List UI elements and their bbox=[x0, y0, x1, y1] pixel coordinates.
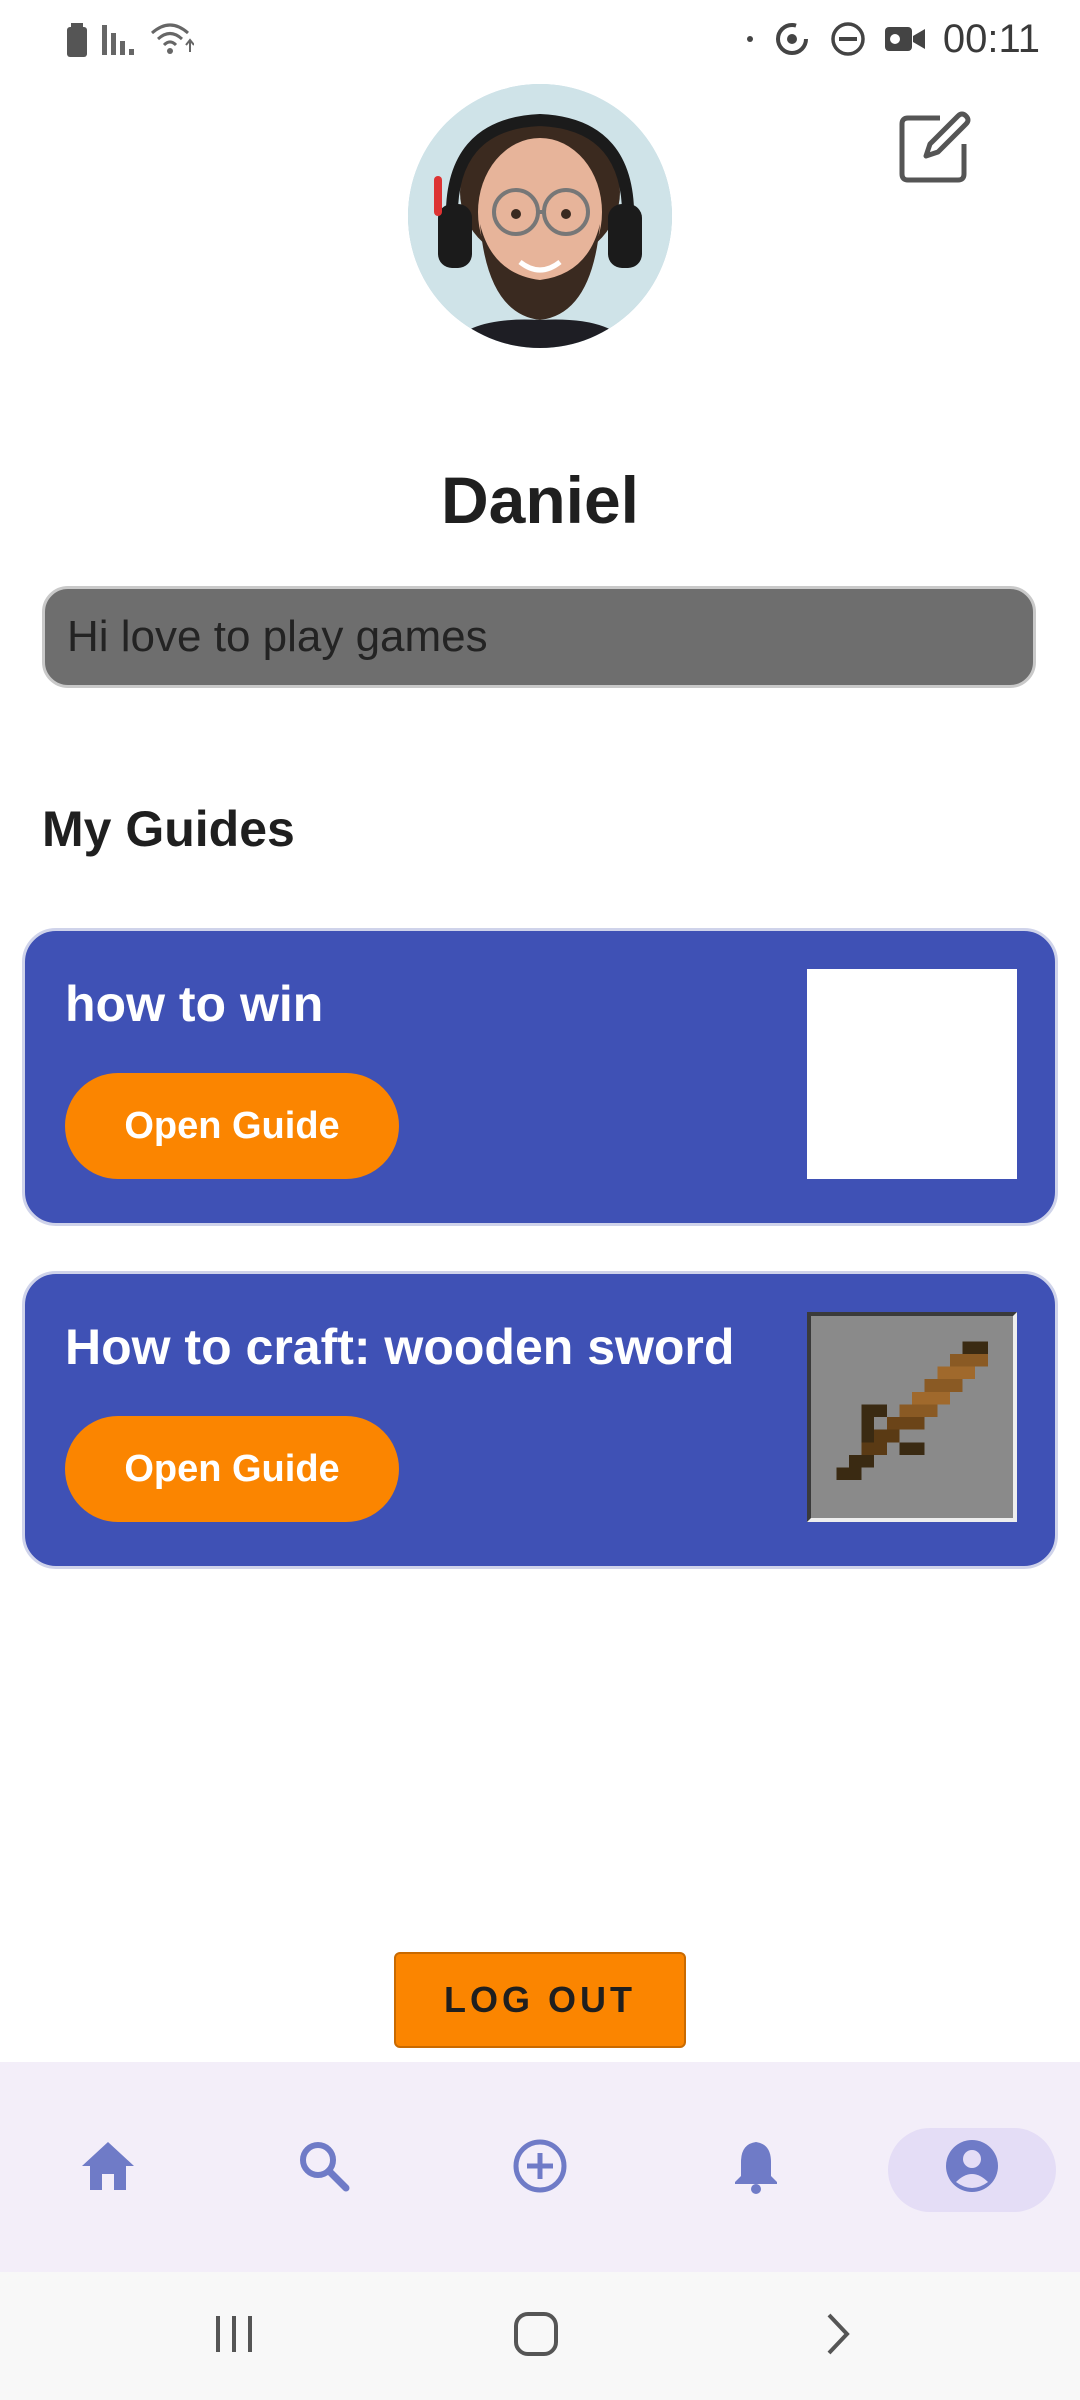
bio-text: Hi love to play games bbox=[67, 612, 488, 661]
home-square-icon bbox=[513, 2311, 559, 2362]
guide-title: how to win bbox=[65, 976, 324, 1032]
search-icon bbox=[298, 2140, 350, 2197]
do-not-disturb-icon bbox=[829, 20, 867, 58]
bell-icon bbox=[733, 2138, 779, 2199]
recent-apps-button[interactable] bbox=[204, 2306, 264, 2366]
nav-notifications[interactable] bbox=[714, 2126, 798, 2210]
nav-profile[interactable] bbox=[930, 2126, 1014, 2210]
guide-card: how to win Open Guide bbox=[22, 928, 1058, 1226]
guide-card: How to craft: wooden sword Open Guide bbox=[22, 1271, 1058, 1569]
status-right-icons: 00:11 bbox=[745, 14, 1040, 64]
recent-apps-icon bbox=[212, 2314, 256, 2359]
chevron-right-icon bbox=[823, 2311, 853, 2362]
profile-name: Daniel bbox=[440, 463, 640, 537]
video-camera-icon bbox=[884, 24, 925, 54]
nav-home[interactable] bbox=[66, 2126, 150, 2210]
status-left-icons bbox=[66, 20, 194, 60]
logout-button[interactable]: LOG OUT bbox=[394, 1952, 686, 2048]
account-icon bbox=[944, 2138, 1000, 2199]
guide-title: How to craft: wooden sword bbox=[65, 1319, 735, 1375]
home-icon bbox=[80, 2140, 136, 2197]
open-guide-button[interactable]: Open Guide bbox=[65, 1416, 399, 1522]
edit-icon bbox=[896, 111, 972, 190]
wifi-icon bbox=[150, 23, 194, 57]
status-time: 00:11 bbox=[942, 16, 1040, 61]
blank-thumbnail bbox=[807, 969, 1017, 1179]
my-guides-title: My Guides bbox=[42, 801, 295, 857]
nav-add-guide[interactable] bbox=[498, 2126, 582, 2210]
dot-icon bbox=[745, 34, 755, 44]
signal-icon bbox=[102, 25, 136, 55]
home-button[interactable] bbox=[506, 2306, 566, 2366]
back-button[interactable] bbox=[808, 2306, 868, 2366]
open-guide-button[interactable]: Open Guide bbox=[65, 1073, 399, 1179]
system-navigation-bar bbox=[0, 2272, 1080, 2400]
nav-search[interactable] bbox=[282, 2126, 366, 2210]
status-bar: 00:11 bbox=[0, 0, 1080, 76]
edit-profile-button[interactable] bbox=[896, 110, 972, 186]
avatar bbox=[408, 84, 672, 348]
add-circle-icon bbox=[512, 2138, 568, 2199]
wooden-sword-icon bbox=[807, 1312, 1017, 1522]
bio-field[interactable]: Hi love to play games bbox=[42, 586, 1036, 688]
battery-icon bbox=[66, 23, 88, 57]
bottom-navigation bbox=[0, 2062, 1080, 2272]
sync-icon bbox=[773, 20, 811, 58]
